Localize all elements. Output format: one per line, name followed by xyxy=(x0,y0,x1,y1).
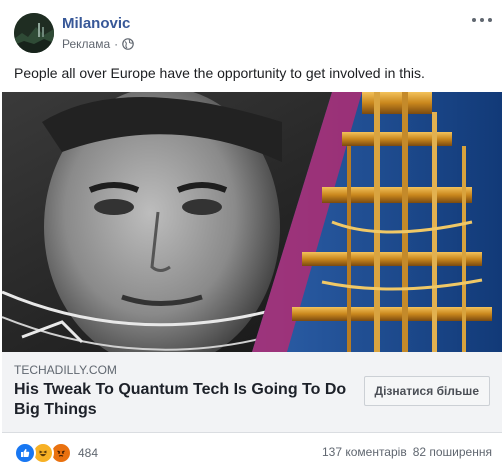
link-domain: TECHADILLY.COM xyxy=(14,363,117,377)
sponsored-post-card: Milanovic Реклама · People all over Euro… xyxy=(0,0,504,475)
learn-more-button[interactable]: Дізнатися більше xyxy=(363,376,490,406)
shares-count-link[interactable]: 82 поширення xyxy=(413,445,492,459)
sponsored-label[interactable]: Реклама xyxy=(62,37,110,51)
comments-count-link[interactable]: 137 коментарів xyxy=(322,445,407,459)
more-options-icon[interactable] xyxy=(472,12,492,28)
globe-icon xyxy=(122,38,134,50)
engagement-stats: 137 коментарів 82 поширення xyxy=(322,445,492,459)
reactions-summary[interactable]: 484 xyxy=(14,442,98,464)
page-name-link[interactable]: Milanovic xyxy=(62,15,130,32)
link-headline[interactable]: His Tweak To Quantum Tech Is Going To Do… xyxy=(14,380,354,420)
link-preview[interactable]: TECHADILLY.COM His Tweak To Quantum Tech… xyxy=(2,352,502,433)
post-footer: 484 137 коментарів 82 поширення xyxy=(0,432,504,472)
page-avatar[interactable] xyxy=(14,13,54,53)
post-meta: Реклама · xyxy=(62,37,134,51)
meta-separator: · xyxy=(114,37,119,51)
like-icon xyxy=(14,442,36,464)
post-text: People all over Europe have the opportun… xyxy=(14,65,425,81)
ad-image[interactable] xyxy=(2,92,502,352)
reaction-count[interactable]: 484 xyxy=(78,446,98,460)
